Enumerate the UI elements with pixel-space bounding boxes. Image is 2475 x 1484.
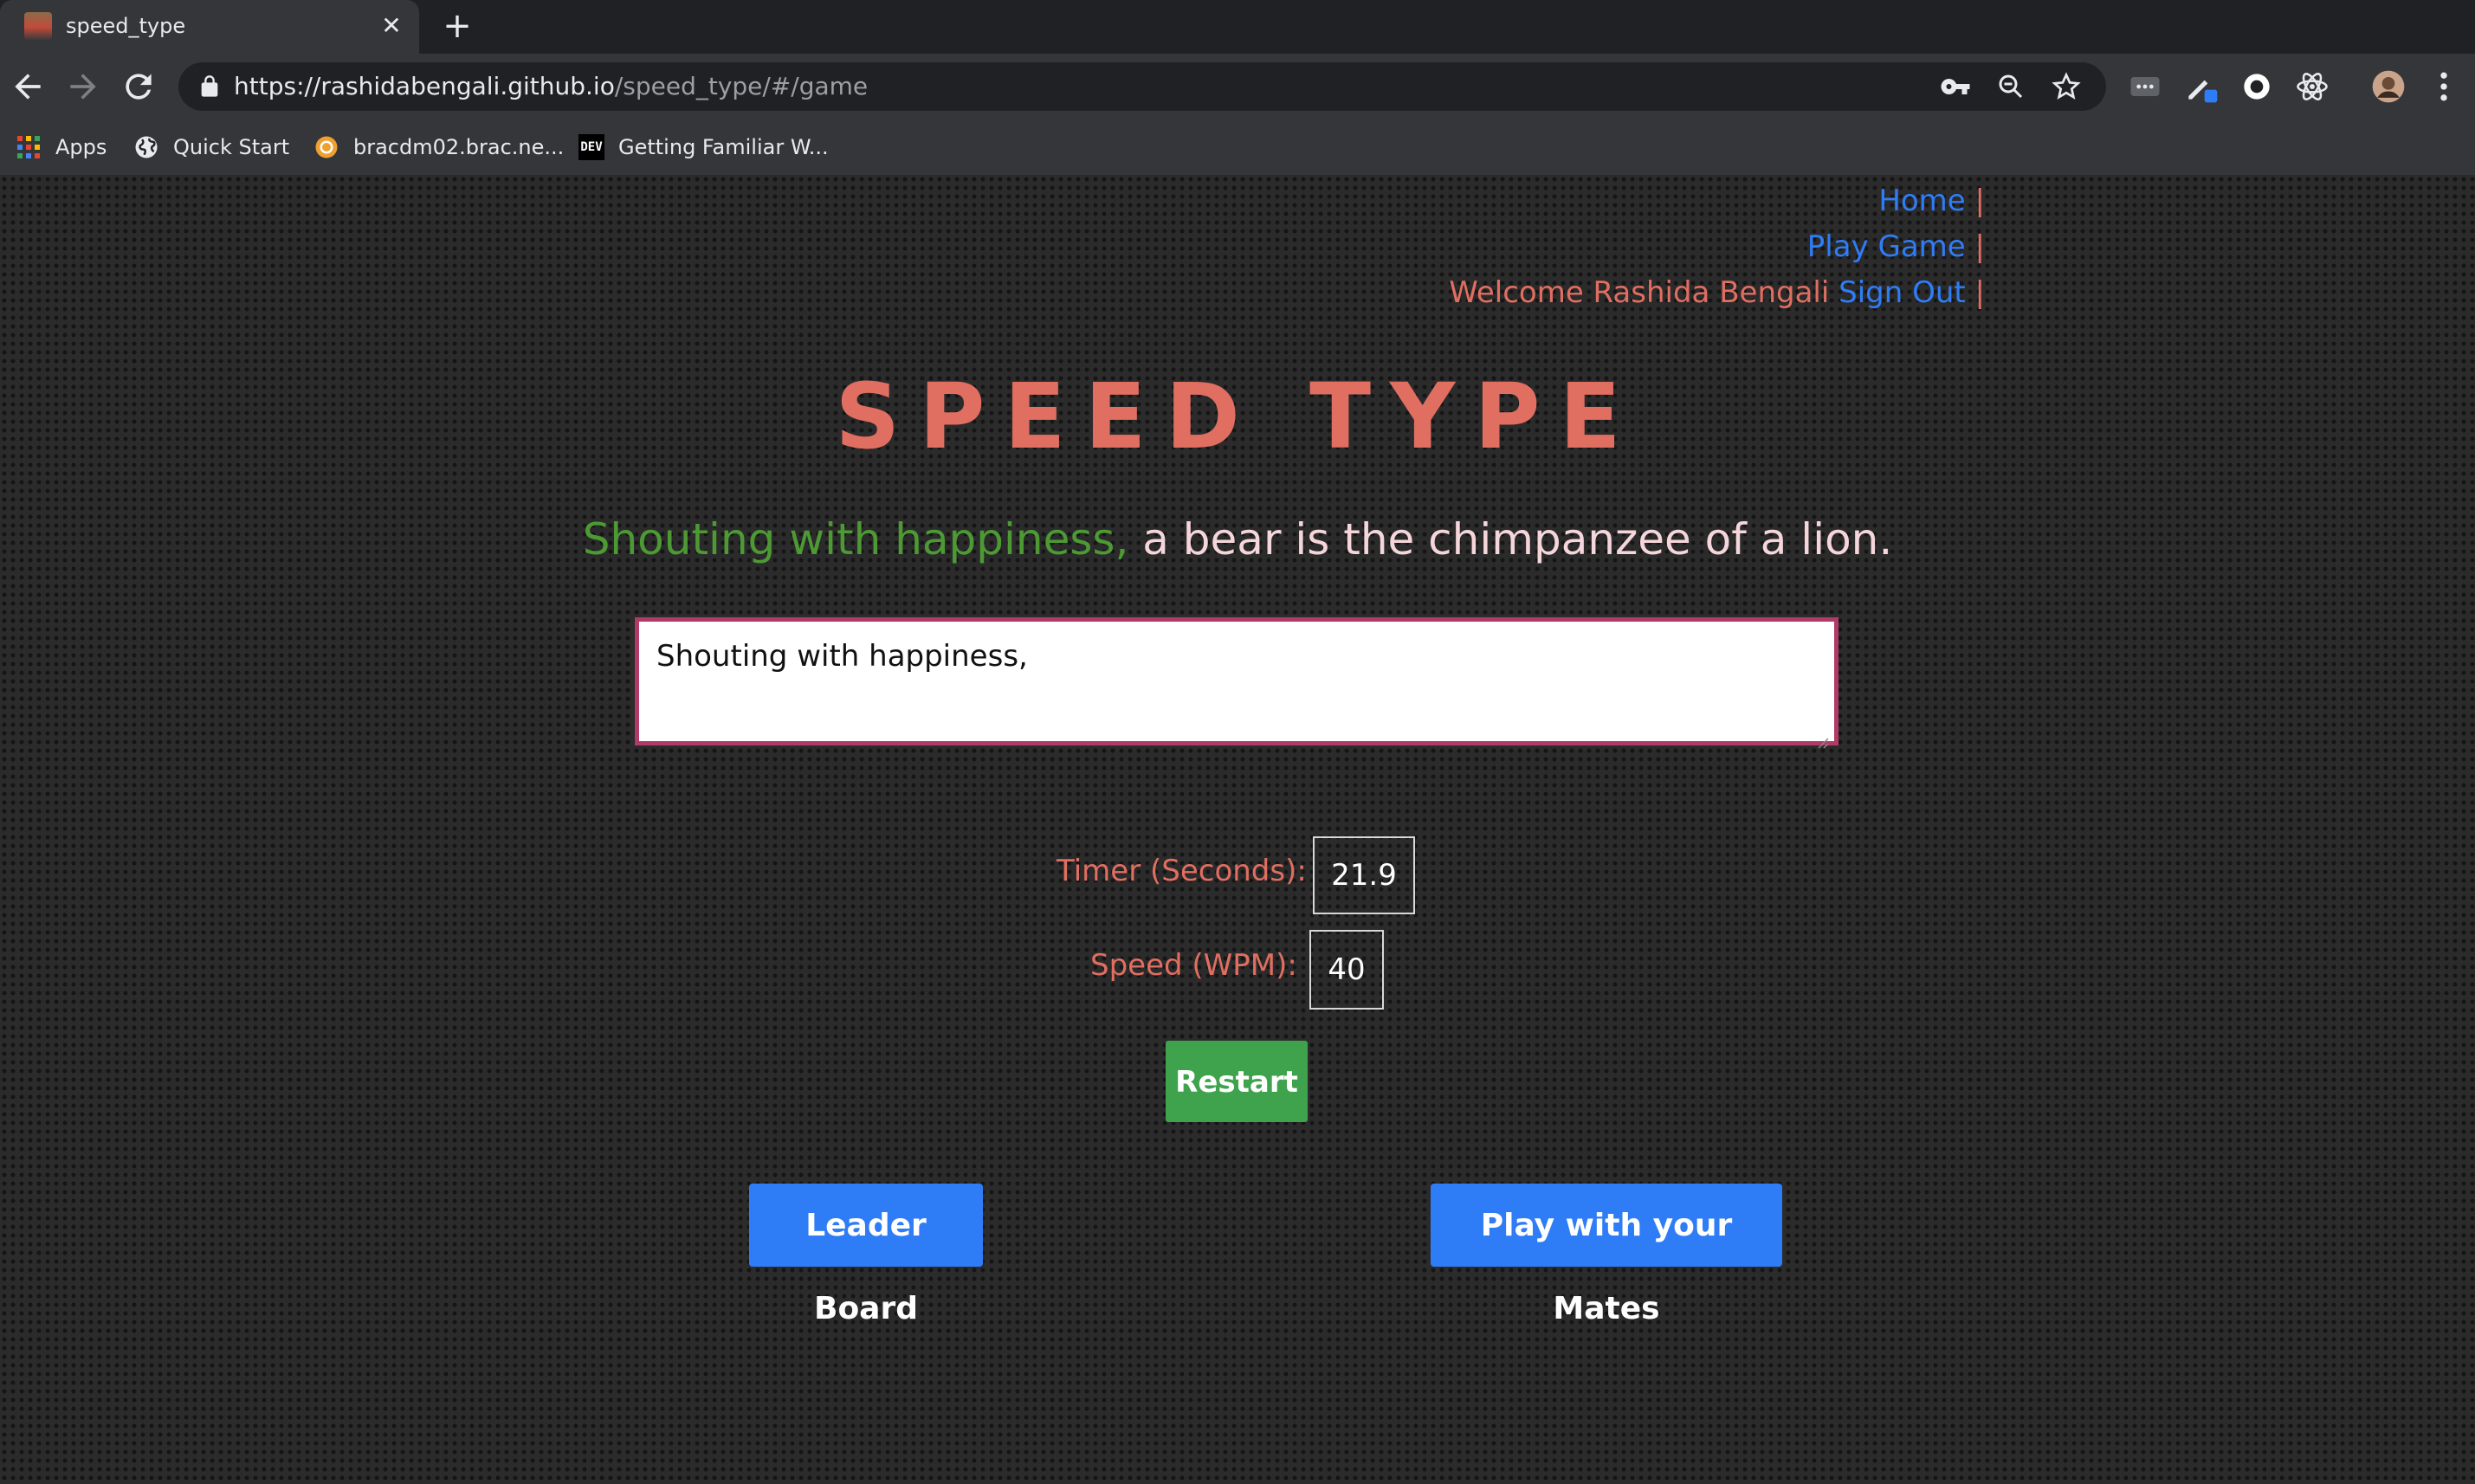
circle-extension-icon[interactable] xyxy=(2238,68,2276,106)
bookmark-getting-familiar[interactable]: DEV Getting Familiar W... xyxy=(578,130,829,165)
bookmarks-bar: Apps Quick Start bracdm02.brac.ne... DEV… xyxy=(0,119,2475,176)
key-icon[interactable] xyxy=(1940,71,1971,102)
pen-extension-icon[interactable] xyxy=(2182,68,2220,106)
resize-grip-icon[interactable] xyxy=(1815,722,1829,749)
globe-icon xyxy=(133,134,159,160)
sign-out-link[interactable]: Sign Out xyxy=(1838,275,1966,310)
nav-separator: | xyxy=(1974,184,1985,218)
browser-window: speed_type ✕ + https://rashidabengali.gi… xyxy=(0,0,2475,1484)
bookmark-label: Apps xyxy=(55,135,107,159)
browser-toolbar: https://rashidabengali.github.io/speed_t… xyxy=(0,54,2475,119)
home-link[interactable]: Home xyxy=(1878,184,1965,218)
restart-button[interactable]: Restart xyxy=(1166,1041,1308,1122)
tab-favicon-icon xyxy=(24,12,52,40)
bookmark-label: Getting Familiar W... xyxy=(618,135,829,159)
reload-icon[interactable] xyxy=(120,68,158,106)
bookmark-quick-start[interactable]: Quick Start xyxy=(133,130,289,165)
leader-board-button[interactable]: Leader Board xyxy=(749,1184,983,1326)
back-arrow-icon[interactable] xyxy=(9,68,47,106)
zoom-out-icon[interactable] xyxy=(1995,71,2026,102)
extension-dots-icon[interactable] xyxy=(2126,68,2164,106)
typing-input[interactable]: Shouting with happiness, xyxy=(635,617,1838,749)
forward-arrow-icon[interactable] xyxy=(64,68,102,106)
dev-favicon-icon: DEV xyxy=(578,134,604,160)
lock-icon xyxy=(197,74,222,99)
typing-input-value: Shouting with happiness, xyxy=(656,639,1028,674)
bookmark-label: Quick Start xyxy=(173,135,290,159)
speed-value: 40 xyxy=(1309,930,1384,1010)
bookmark-bracdm02[interactable]: bracdm02.brac.ne... xyxy=(313,130,564,165)
page-content: Home | Play Game | Welcome Rashida Benga… xyxy=(0,175,2475,1484)
play-game-link[interactable]: Play Game xyxy=(1807,229,1966,264)
timer-label: Timer (Seconds): xyxy=(1057,854,1307,888)
tab-title: speed_type xyxy=(66,14,186,38)
url-text[interactable]: https://rashidabengali.github.io/speed_t… xyxy=(234,62,868,111)
nav-separator: | xyxy=(1974,275,1985,310)
apps-grid-icon xyxy=(16,134,42,160)
site-favicon-icon xyxy=(313,134,339,160)
timer-value: 21.9 xyxy=(1313,836,1415,914)
close-icon[interactable]: ✕ xyxy=(378,12,405,40)
play-with-mates-button[interactable]: Play with your Mates xyxy=(1431,1184,1782,1326)
address-bar[interactable]: https://rashidabengali.github.io/speed_t… xyxy=(178,62,2106,111)
bookmark-star-icon[interactable] xyxy=(2051,71,2082,102)
tab-speed-type[interactable]: speed_type ✕ xyxy=(0,0,419,54)
menu-dots-icon[interactable] xyxy=(2425,68,2463,106)
nav-separator: | xyxy=(1974,229,1985,264)
profile-avatar-icon[interactable] xyxy=(2369,68,2407,106)
speed-label: Speed (WPM): xyxy=(1090,948,1297,983)
nav-row-account: Welcome Rashida Bengali Sign Out | xyxy=(1449,270,1985,316)
plus-icon[interactable]: + xyxy=(442,9,473,43)
nav-row-home: Home | xyxy=(1449,178,1985,224)
bookmark-label: bracdm02.brac.ne... xyxy=(353,135,565,159)
page-title: SPEED TYPE xyxy=(835,364,1640,469)
nav-row-play: Play Game | xyxy=(1449,224,1985,270)
bookmark-apps[interactable]: Apps xyxy=(16,130,107,165)
prompt-typed-text: Shouting with happiness, xyxy=(582,514,1129,565)
top-nav: Home | Play Game | Welcome Rashida Benga… xyxy=(1449,178,1985,316)
prompt-remaining-text: a bear is the chimpanzee of a lion. xyxy=(1128,514,1893,565)
typing-prompt: Shouting with happiness, a bear is the c… xyxy=(0,514,2475,565)
welcome-text: Welcome Rashida Bengali xyxy=(1449,275,1830,310)
tab-strip: speed_type ✕ + xyxy=(0,0,2475,54)
react-devtools-icon[interactable] xyxy=(2293,68,2331,106)
